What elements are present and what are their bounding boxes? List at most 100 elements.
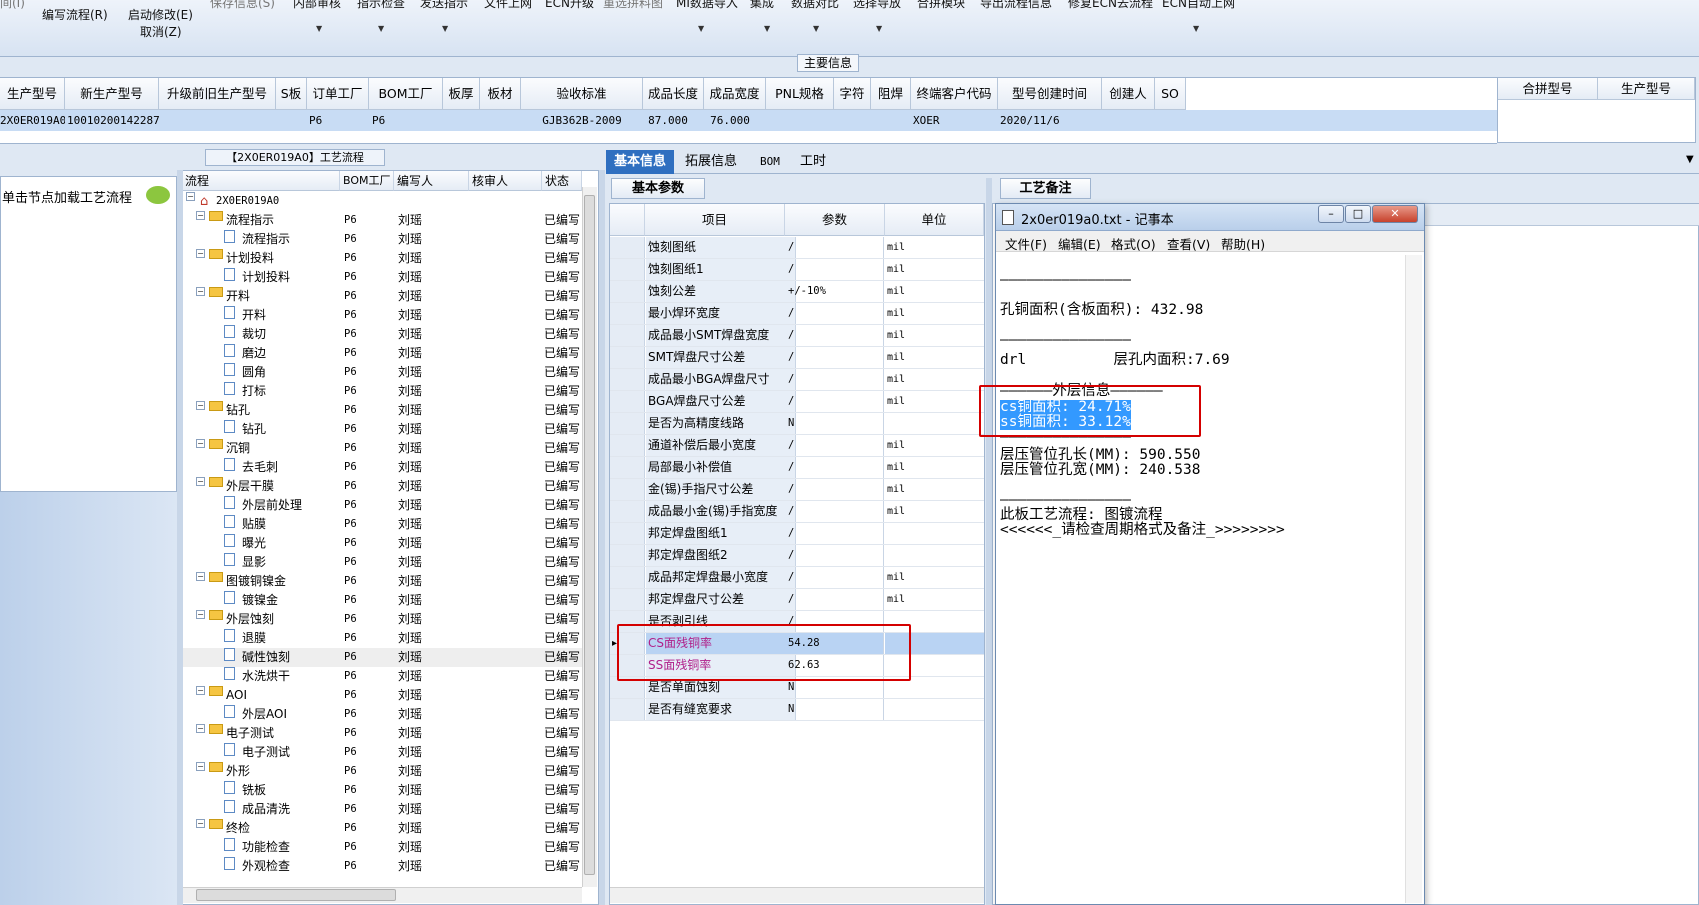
dropdown-arrow-icon[interactable]: ▼ (378, 24, 384, 33)
column-header[interactable]: 板厚 (443, 78, 480, 110)
close-icon[interactable]: ✕ (1372, 205, 1418, 223)
tree-node[interactable]: 曝光 P6 刘瑶 已编写 (182, 534, 582, 553)
param-value[interactable]: / (786, 325, 884, 346)
menu-help[interactable]: 帮助(H) (1221, 234, 1265, 253)
param-unit[interactable]: mil (885, 435, 984, 456)
row-indicator[interactable] (610, 281, 645, 302)
tree-node[interactable]: 去毛刺 P6 刘瑶 已编写 (182, 458, 582, 477)
column-header[interactable]: BOM工厂 (340, 171, 394, 191)
param-row[interactable]: 蚀刻图纸 / mil (610, 237, 984, 259)
param-item[interactable]: 是否有缝宽要求 (646, 699, 796, 720)
collapse-icon[interactable]: − (196, 819, 205, 828)
param-value[interactable]: / (786, 501, 884, 522)
tree-node[interactable]: 水洗烘干 P6 刘瑶 已编写 (182, 667, 582, 686)
row-indicator[interactable] (610, 523, 645, 544)
row-indicator[interactable] (610, 303, 645, 324)
param-row[interactable]: BGA焊盘尺寸公差 / mil (610, 391, 984, 413)
chevron-down-icon[interactable]: ▼ (1686, 154, 1694, 165)
tree-node[interactable]: 显影 P6 刘瑶 已编写 (182, 553, 582, 572)
param-unit[interactable] (885, 545, 984, 566)
column-header[interactable]: 成品宽度 (704, 78, 766, 110)
menu-format[interactable]: 格式(O) (1111, 234, 1156, 253)
tree-node[interactable]: 电子测试 P6 刘瑶 已编写 (182, 743, 582, 762)
param-row[interactable]: 邦定焊盘尺寸公差 / mil (610, 589, 984, 611)
dropdown-arrow-icon[interactable]: ▼ (442, 24, 448, 33)
param-value[interactable]: N (786, 413, 884, 434)
collapse-icon[interactable]: − (196, 287, 205, 296)
param-item[interactable]: 最小焊环宽度 (646, 303, 796, 324)
tree-node[interactable]: 钻孔 P6 刘瑶 已编写 (182, 420, 582, 439)
column-header[interactable]: 终端客户代码 (911, 78, 998, 110)
column-header[interactable]: 单位 (885, 204, 984, 236)
tree-node[interactable]: − 电子测试 P6 刘瑶 已编写 (182, 724, 582, 743)
dropdown-arrow-icon[interactable]: ▼ (813, 24, 819, 33)
tab-extended-info[interactable]: 拓展信息 (677, 150, 745, 174)
cell-customer-code[interactable]: XOER (913, 110, 973, 131)
column-header[interactable]: 升级前旧生产型号 (159, 78, 276, 110)
param-row[interactable]: 通道补偿后最小宽度 / mil (610, 435, 984, 457)
collapse-icon[interactable]: − (196, 401, 205, 410)
menu-edit[interactable]: 编辑(E) (1058, 234, 1101, 253)
param-value[interactable]: / (786, 545, 884, 566)
column-header[interactable]: SO (1155, 78, 1186, 110)
dropdown-arrow-icon[interactable]: ▼ (764, 24, 770, 33)
param-row[interactable]: 邦定焊盘图纸2/ (610, 545, 984, 567)
param-row[interactable]: 是否为高精度线路 N (610, 413, 984, 435)
param-item[interactable]: 成品邦定焊盘最小宽度 (646, 567, 796, 588)
params-horizontal-scrollbar[interactable] (610, 887, 984, 903)
column-header[interactable]: 生产型号 (0, 78, 65, 110)
row-indicator[interactable] (610, 589, 645, 610)
column-header[interactable]: 阻焊 (871, 78, 911, 110)
param-unit[interactable] (885, 699, 984, 720)
tree-node[interactable]: − 外形 P6 刘瑶 已编写 (182, 762, 582, 781)
row-indicator[interactable] (610, 325, 645, 346)
splitter[interactable] (599, 170, 605, 905)
tree-node[interactable]: 功能检查 P6 刘瑶 已编写 (182, 838, 582, 857)
column-header[interactable]: 新生产型号 (65, 78, 159, 110)
dropdown-arrow-icon[interactable]: ▼ (698, 24, 704, 33)
collapse-icon[interactable]: − (196, 439, 205, 448)
tree-node[interactable]: − 终检 P6 刘瑶 已编写 (182, 819, 582, 838)
row-indicator[interactable] (610, 259, 645, 280)
param-row[interactable]: 蚀刻图纸1/mil (610, 259, 984, 281)
param-value[interactable]: / (786, 347, 884, 368)
tree-node[interactable]: 流程指示 P6 刘瑶 已编写 (182, 230, 582, 249)
column-header[interactable]: 创建人 (1102, 78, 1155, 110)
param-row[interactable]: 成品最小SMT焊盘宽度 / mil (610, 325, 984, 347)
tree-node[interactable]: 外层AOI P6 刘瑶 已编写 (182, 705, 582, 724)
dropdown-arrow-icon[interactable]: ▼ (316, 24, 322, 33)
toolbar-internal-review[interactable]: 内部审核 (293, 0, 341, 11)
column-header[interactable]: 核审人 (469, 171, 542, 191)
tree-node[interactable]: 裁切 P6 刘瑶 已编写 (182, 325, 582, 344)
column-header[interactable]: 项目 (645, 204, 785, 236)
cell-standard[interactable]: GJB362B-2009 (521, 110, 643, 131)
tree-node[interactable]: 碱性蚀刻 P6 刘瑶 已编写 (182, 648, 582, 667)
row-indicator[interactable] (610, 699, 645, 720)
tree-node[interactable]: 打标 P6 刘瑶 已编写 (182, 382, 582, 401)
minimize-icon[interactable]: – (1318, 205, 1344, 223)
column-header[interactable]: 状态 (542, 171, 582, 191)
column-header[interactable]: 成品长度 (643, 78, 704, 110)
cell-bom-factory[interactable]: P6 (372, 110, 442, 131)
param-item[interactable]: 邦定焊盘图纸2 (646, 545, 796, 566)
tree-node[interactable]: − 图镀铜镍金 P6 刘瑶 已编写 (182, 572, 582, 591)
tab-basic-info[interactable]: 基本信息 (606, 150, 675, 174)
collapse-icon[interactable]: − (196, 724, 205, 733)
toolbar-data-compare[interactable]: 数据对比 (791, 0, 839, 11)
tree-node[interactable]: 开料 P6 刘瑶 已编写 (182, 306, 582, 325)
row-indicator[interactable] (610, 501, 645, 522)
param-unit[interactable]: mil (885, 457, 984, 478)
dropdown-arrow-icon[interactable]: ▼ (876, 24, 882, 33)
collapse-icon[interactable]: − (196, 610, 205, 619)
tree-node[interactable]: − AOI P6 刘瑶 已编写 (182, 686, 582, 705)
param-unit[interactable]: mil (885, 479, 984, 500)
param-item[interactable]: 局部最小补偿值 (646, 457, 796, 478)
row-indicator[interactable] (610, 435, 645, 456)
toolbar-check-instruction[interactable]: 指示检查 (357, 0, 405, 11)
param-value[interactable]: / (786, 259, 884, 280)
param-unit[interactable]: mil (885, 501, 984, 522)
tree-scroll-thumb[interactable] (584, 195, 595, 875)
param-value[interactable]: N (786, 699, 884, 720)
param-item[interactable]: SMT焊盘尺寸公差 (646, 347, 796, 368)
cancel-button[interactable]: 取消(Z) (140, 23, 182, 40)
